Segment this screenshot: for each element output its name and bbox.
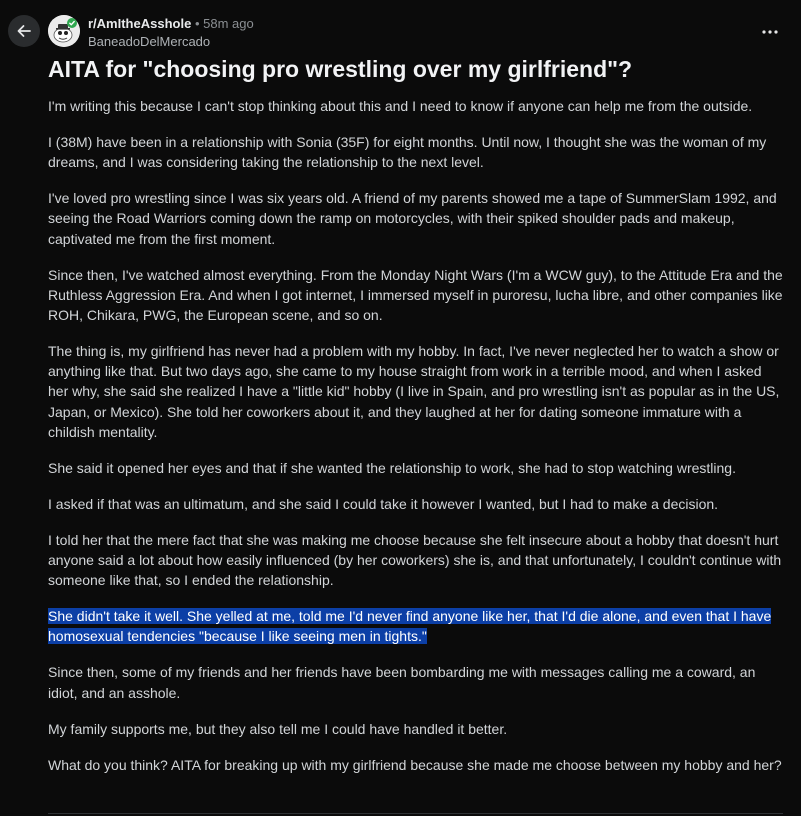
post-paragraph: She said it opened her eyes and that if … — [48, 459, 736, 476]
post-paragraph: I'm writing this because I can't stop th… — [48, 98, 753, 114]
post-paragraph: The thing is, my girlfriend has never ha… — [48, 343, 780, 440]
selected-text: She didn't take it well. She yelled at m… — [48, 608, 772, 645]
post-paragraph: I've loved pro wrestling since I was six… — [48, 190, 777, 247]
subreddit-avatar-icon — [48, 15, 80, 47]
back-button[interactable] — [8, 15, 40, 47]
author-username[interactable]: BaneadoDelMercado — [88, 33, 254, 50]
subreddit-avatar[interactable] — [48, 15, 80, 47]
divider — [48, 813, 783, 814]
post-paragraph: I told her that the mere fact that she w… — [48, 531, 782, 589]
arrow-left-icon — [17, 25, 31, 37]
post-time: 58m ago — [203, 16, 254, 31]
post-paragraph: I asked if that was an ultimatum, and sh… — [48, 495, 719, 512]
subreddit-link[interactable]: r/AmItheAsshole — [88, 16, 191, 31]
post-paragraph: I (38M) have been in a relationship with… — [48, 134, 767, 171]
post-paragraph: What do you think? AITA for breaking up … — [48, 756, 782, 773]
post-title: AITA for "choosing pro wrestling over my… — [48, 56, 633, 82]
post-paragraph-highlighted: She didn't take it well. She yelled at m… — [48, 606, 783, 646]
post-paragraph: Since then, some of my friends and her f… — [48, 664, 756, 701]
post-paragraph: Since then, I've watched almost everythi… — [48, 266, 783, 324]
post-header: r/AmItheAsshole • 58m ago BaneadoDelMerc… — [88, 15, 254, 50]
post-body: I'm writing this because I can't stop th… — [48, 96, 783, 791]
meta-separator: • — [194, 16, 200, 31]
more-options-button[interactable] — [756, 18, 784, 46]
post-meta: r/AmItheAsshole • 58m ago — [88, 15, 254, 32]
post-paragraph: My family supports me, but they also tel… — [48, 720, 508, 737]
more-horizontal-icon — [762, 30, 778, 34]
